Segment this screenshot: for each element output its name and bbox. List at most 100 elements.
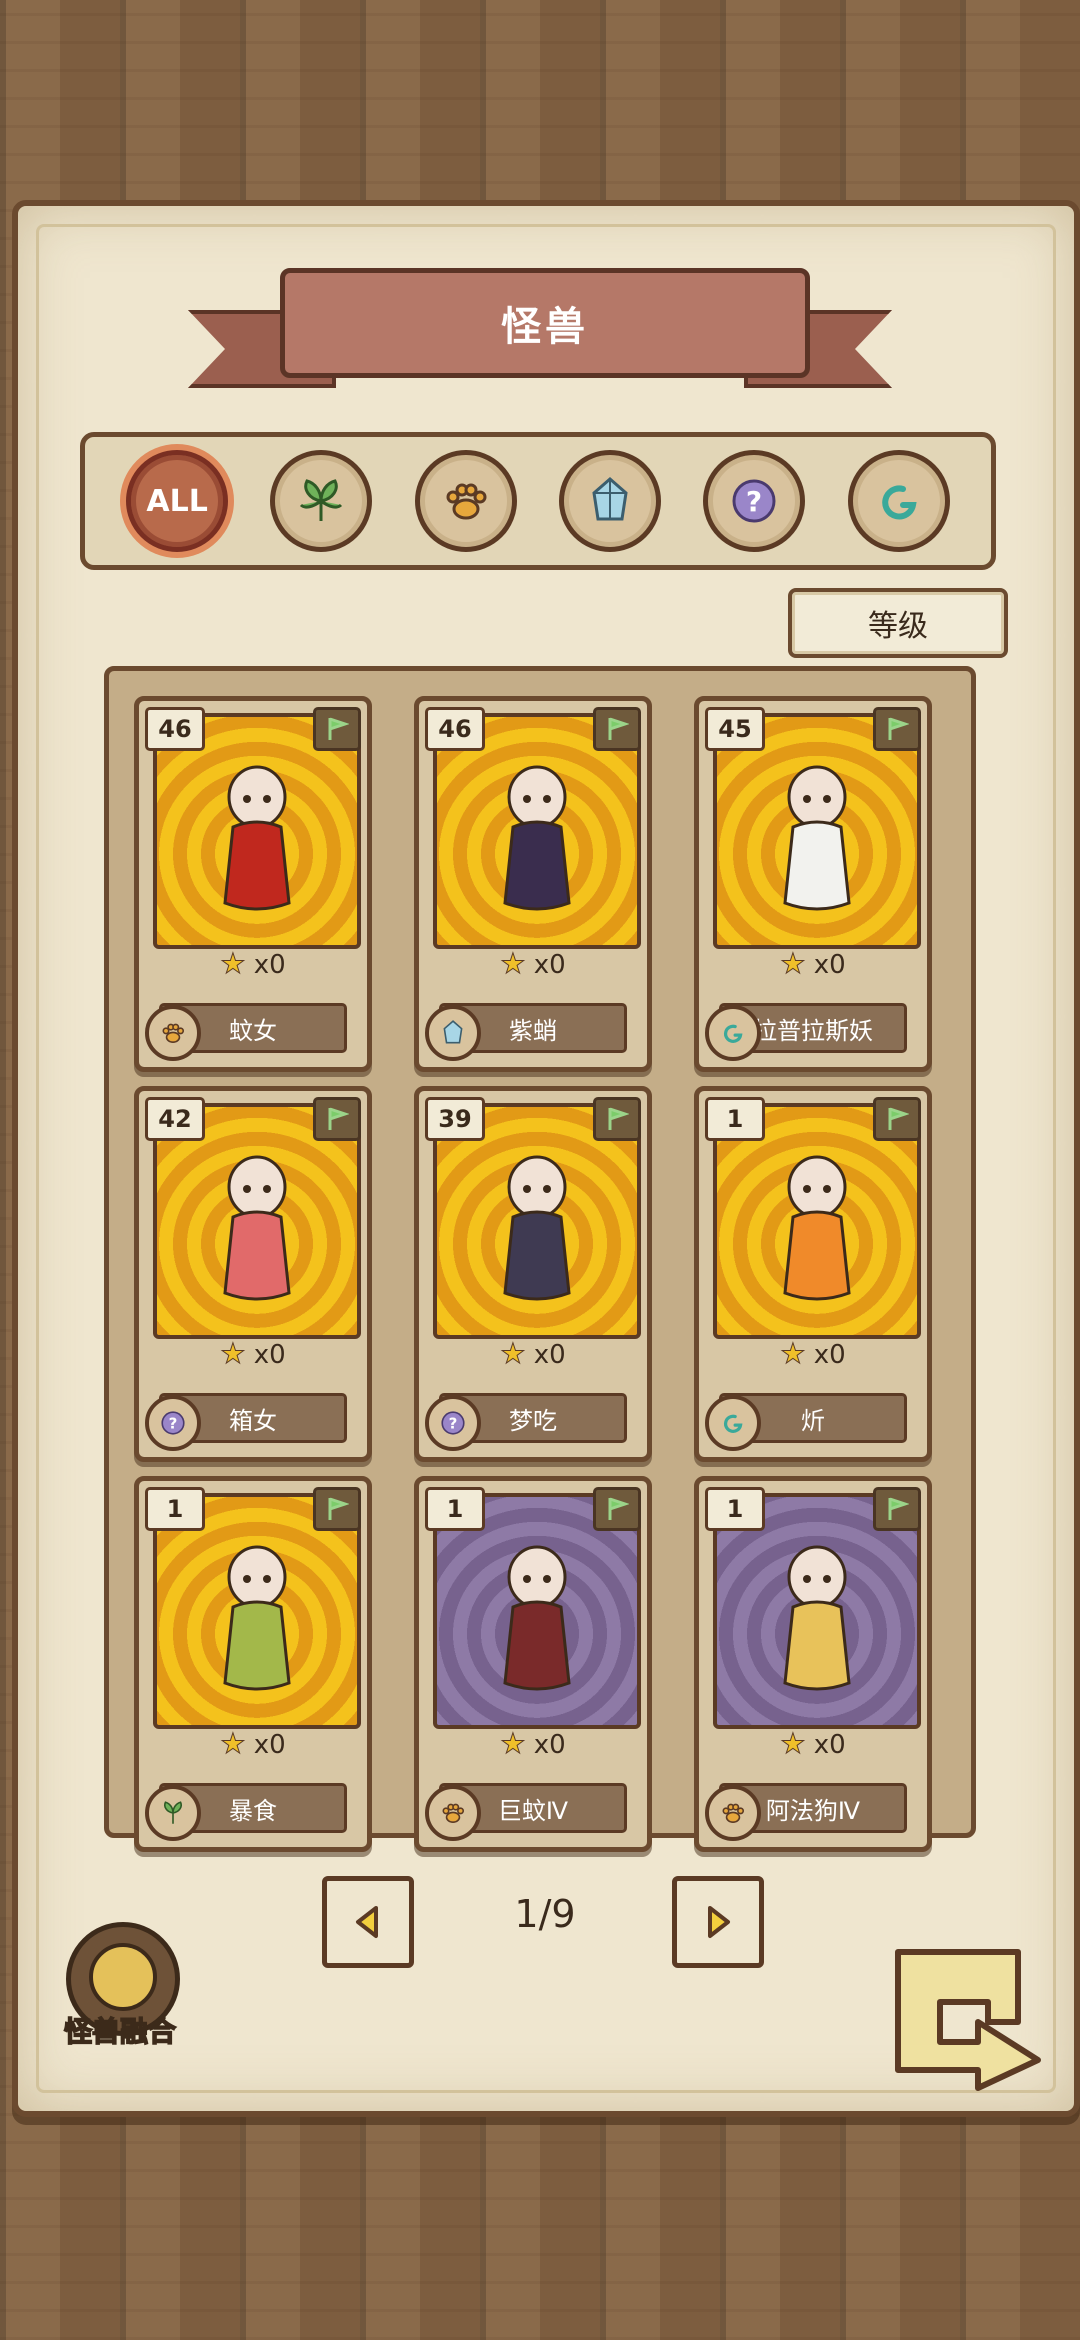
fusion-label: 怪兽融合 <box>63 2014 177 2049</box>
level-badge: 42 <box>145 1097 205 1141</box>
star-count: ★ x0 <box>139 947 367 981</box>
type-badge <box>705 1395 761 1451</box>
type-badge <box>145 1005 201 1061</box>
paw-icon <box>162 1023 185 1043</box>
next-page-button[interactable] <box>672 1876 764 1968</box>
monster-card[interactable]: 42 ? ★ x0 箱女 <box>134 1086 372 1462</box>
filter-crystal-button[interactable] <box>559 450 662 552</box>
filter-all-button[interactable]: ALL <box>126 450 229 552</box>
level-badge: 1 <box>705 1097 765 1141</box>
sort-label: 等级 <box>868 609 928 644</box>
star-count: ★ x0 <box>419 947 647 981</box>
star-count: ★ x0 <box>699 947 927 981</box>
question-icon: ? <box>732 479 776 523</box>
flag-icon <box>313 1487 361 1531</box>
star-count-value: x0 <box>813 1730 846 1760</box>
monster-figure <box>197 1143 317 1317</box>
monster-card[interactable]: 1 ★ x0 巨蚊Ⅳ <box>414 1476 652 1852</box>
star-count: ★ x0 <box>419 1337 647 1371</box>
monster-figure <box>757 1143 877 1317</box>
flag-icon <box>873 1487 921 1531</box>
monster-fusion-button[interactable]: 怪兽融合 <box>50 1922 190 2052</box>
monster-card[interactable]: 1 ★ x0 炘 <box>694 1086 932 1462</box>
level-badge: 1 <box>705 1487 765 1531</box>
monster-figure <box>757 753 877 927</box>
star-count: ★ x0 <box>699 1727 927 1761</box>
return-arrow-icon <box>895 1949 1041 2091</box>
star-count-value: x0 <box>533 950 566 980</box>
star-count-value: x0 <box>813 950 846 980</box>
type-badge <box>705 1005 761 1061</box>
monster-figure <box>757 1533 877 1707</box>
monster-figure <box>197 1533 317 1707</box>
monster-card[interactable]: 46 ★ x0 紫蛸 <box>414 696 652 1072</box>
level-badge: 1 <box>145 1487 205 1531</box>
level-badge: 1 <box>425 1487 485 1531</box>
monster-figure <box>477 1143 597 1317</box>
prev-page-button[interactable] <box>322 1876 414 1968</box>
monster-figure <box>477 1533 597 1707</box>
star-count-value: x0 <box>533 1730 566 1760</box>
star-count-value: x0 <box>253 1730 286 1760</box>
svg-text:?: ? <box>746 485 762 518</box>
swirl-icon <box>882 485 917 520</box>
monster-card[interactable]: 46 ★ x0 蚊女 <box>134 696 372 1072</box>
star-count-value: x0 <box>253 1340 286 1370</box>
flag-icon <box>593 707 641 751</box>
monster-card[interactable]: 1 ★ x0 暴食 <box>134 1476 372 1852</box>
paw-icon <box>442 1803 465 1823</box>
star-count: ★ x0 <box>419 1727 647 1761</box>
sort-by-level-button[interactable]: 等级 <box>788 588 1008 658</box>
type-badge <box>425 1785 481 1841</box>
star-count-value: x0 <box>813 1340 846 1370</box>
type-badge <box>145 1785 201 1841</box>
star-count: ★ x0 <box>699 1337 927 1371</box>
level-badge: 45 <box>705 707 765 751</box>
level-badge: 46 <box>425 707 485 751</box>
crystal-icon <box>443 1020 463 1044</box>
star-count-value: x0 <box>533 1340 566 1370</box>
filter-all-label: ALL <box>146 483 208 519</box>
paw-icon <box>722 1803 745 1823</box>
star-icon: ★ <box>780 947 806 981</box>
leaf-icon <box>300 479 343 521</box>
monster-figure <box>477 753 597 927</box>
filter-leaf-button[interactable] <box>270 450 373 552</box>
flag-icon <box>313 707 361 751</box>
monster-card[interactable]: 39 ? ★ x0 梦吃 <box>414 1086 652 1462</box>
filter-mystery-button[interactable]: ? <box>703 450 806 552</box>
swirl-icon <box>723 1414 743 1433</box>
page-title: 怪兽 <box>280 268 810 378</box>
back-button[interactable] <box>878 1942 1048 2092</box>
paw-icon <box>446 483 487 520</box>
question-icon: ? <box>161 1411 185 1435</box>
filter-paw-button[interactable] <box>414 450 517 552</box>
crystal-icon <box>592 477 628 521</box>
type-badge <box>425 1005 481 1061</box>
monster-card[interactable]: 45 ★ x0 拉普拉斯妖 <box>694 696 932 1072</box>
svg-text:?: ? <box>449 1414 458 1432</box>
star-icon: ★ <box>500 1727 526 1761</box>
swirl-icon <box>723 1024 743 1043</box>
filter-swirl-button[interactable] <box>847 450 950 552</box>
flag-icon <box>593 1097 641 1141</box>
svg-text:?: ? <box>169 1414 178 1432</box>
monster-figure <box>197 753 317 927</box>
level-badge: 46 <box>145 707 205 751</box>
monster-card[interactable]: 1 ★ x0 阿法狗Ⅳ <box>694 1476 932 1852</box>
question-icon: ? <box>441 1411 465 1435</box>
type-badge <box>705 1785 761 1841</box>
star-icon: ★ <box>500 947 526 981</box>
level-badge: 39 <box>425 1097 485 1141</box>
arrow-left-icon <box>356 1906 378 1938</box>
leaf-icon <box>164 1801 182 1824</box>
page-indicator: 1/9 <box>514 1892 576 1936</box>
type-filter-bar: ALL ? <box>80 432 996 570</box>
flag-icon <box>873 707 921 751</box>
star-icon: ★ <box>220 947 246 981</box>
star-count: ★ x0 <box>139 1337 367 1371</box>
star-icon: ★ <box>500 1337 526 1371</box>
star-icon: ★ <box>220 1337 246 1371</box>
star-count: ★ x0 <box>139 1727 367 1761</box>
arrow-right-icon <box>708 1906 730 1938</box>
